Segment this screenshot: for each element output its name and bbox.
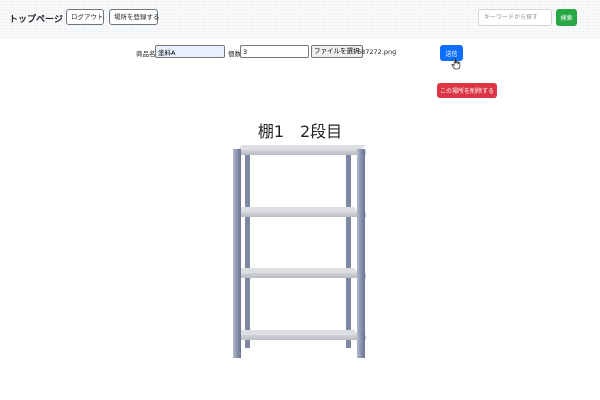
name-label: 商品名 — [136, 50, 156, 58]
delete-location-button[interactable]: この場所を削除する — [437, 83, 497, 98]
shelf-board-1 — [233, 145, 366, 155]
brand-link[interactable]: トップページ — [9, 12, 63, 25]
quantity-input[interactable] — [240, 45, 309, 58]
pointer-hand-icon — [451, 58, 461, 70]
navbar: トップページ ログアウト 場所を登録する 検索 — [0, 0, 600, 38]
shelf-title: 棚1 2段目 — [257, 122, 343, 141]
product-name-input[interactable] — [155, 45, 225, 58]
search-button[interactable]: 検索 — [556, 9, 577, 26]
logout-button[interactable]: ログアウト — [66, 9, 104, 25]
metal-shelf-image — [233, 145, 366, 358]
selected-file-name: 687272.png — [357, 48, 397, 56]
file-select-button[interactable]: ファイルを選択 — [311, 45, 363, 58]
register-location-button[interactable]: 場所を登録する — [109, 9, 160, 25]
shelf-board-2 — [233, 207, 366, 217]
shelf-board-4 — [233, 330, 366, 340]
shelf-board-3 — [233, 268, 366, 278]
search-input[interactable] — [478, 9, 552, 26]
shelf-illustration — [228, 143, 368, 358]
